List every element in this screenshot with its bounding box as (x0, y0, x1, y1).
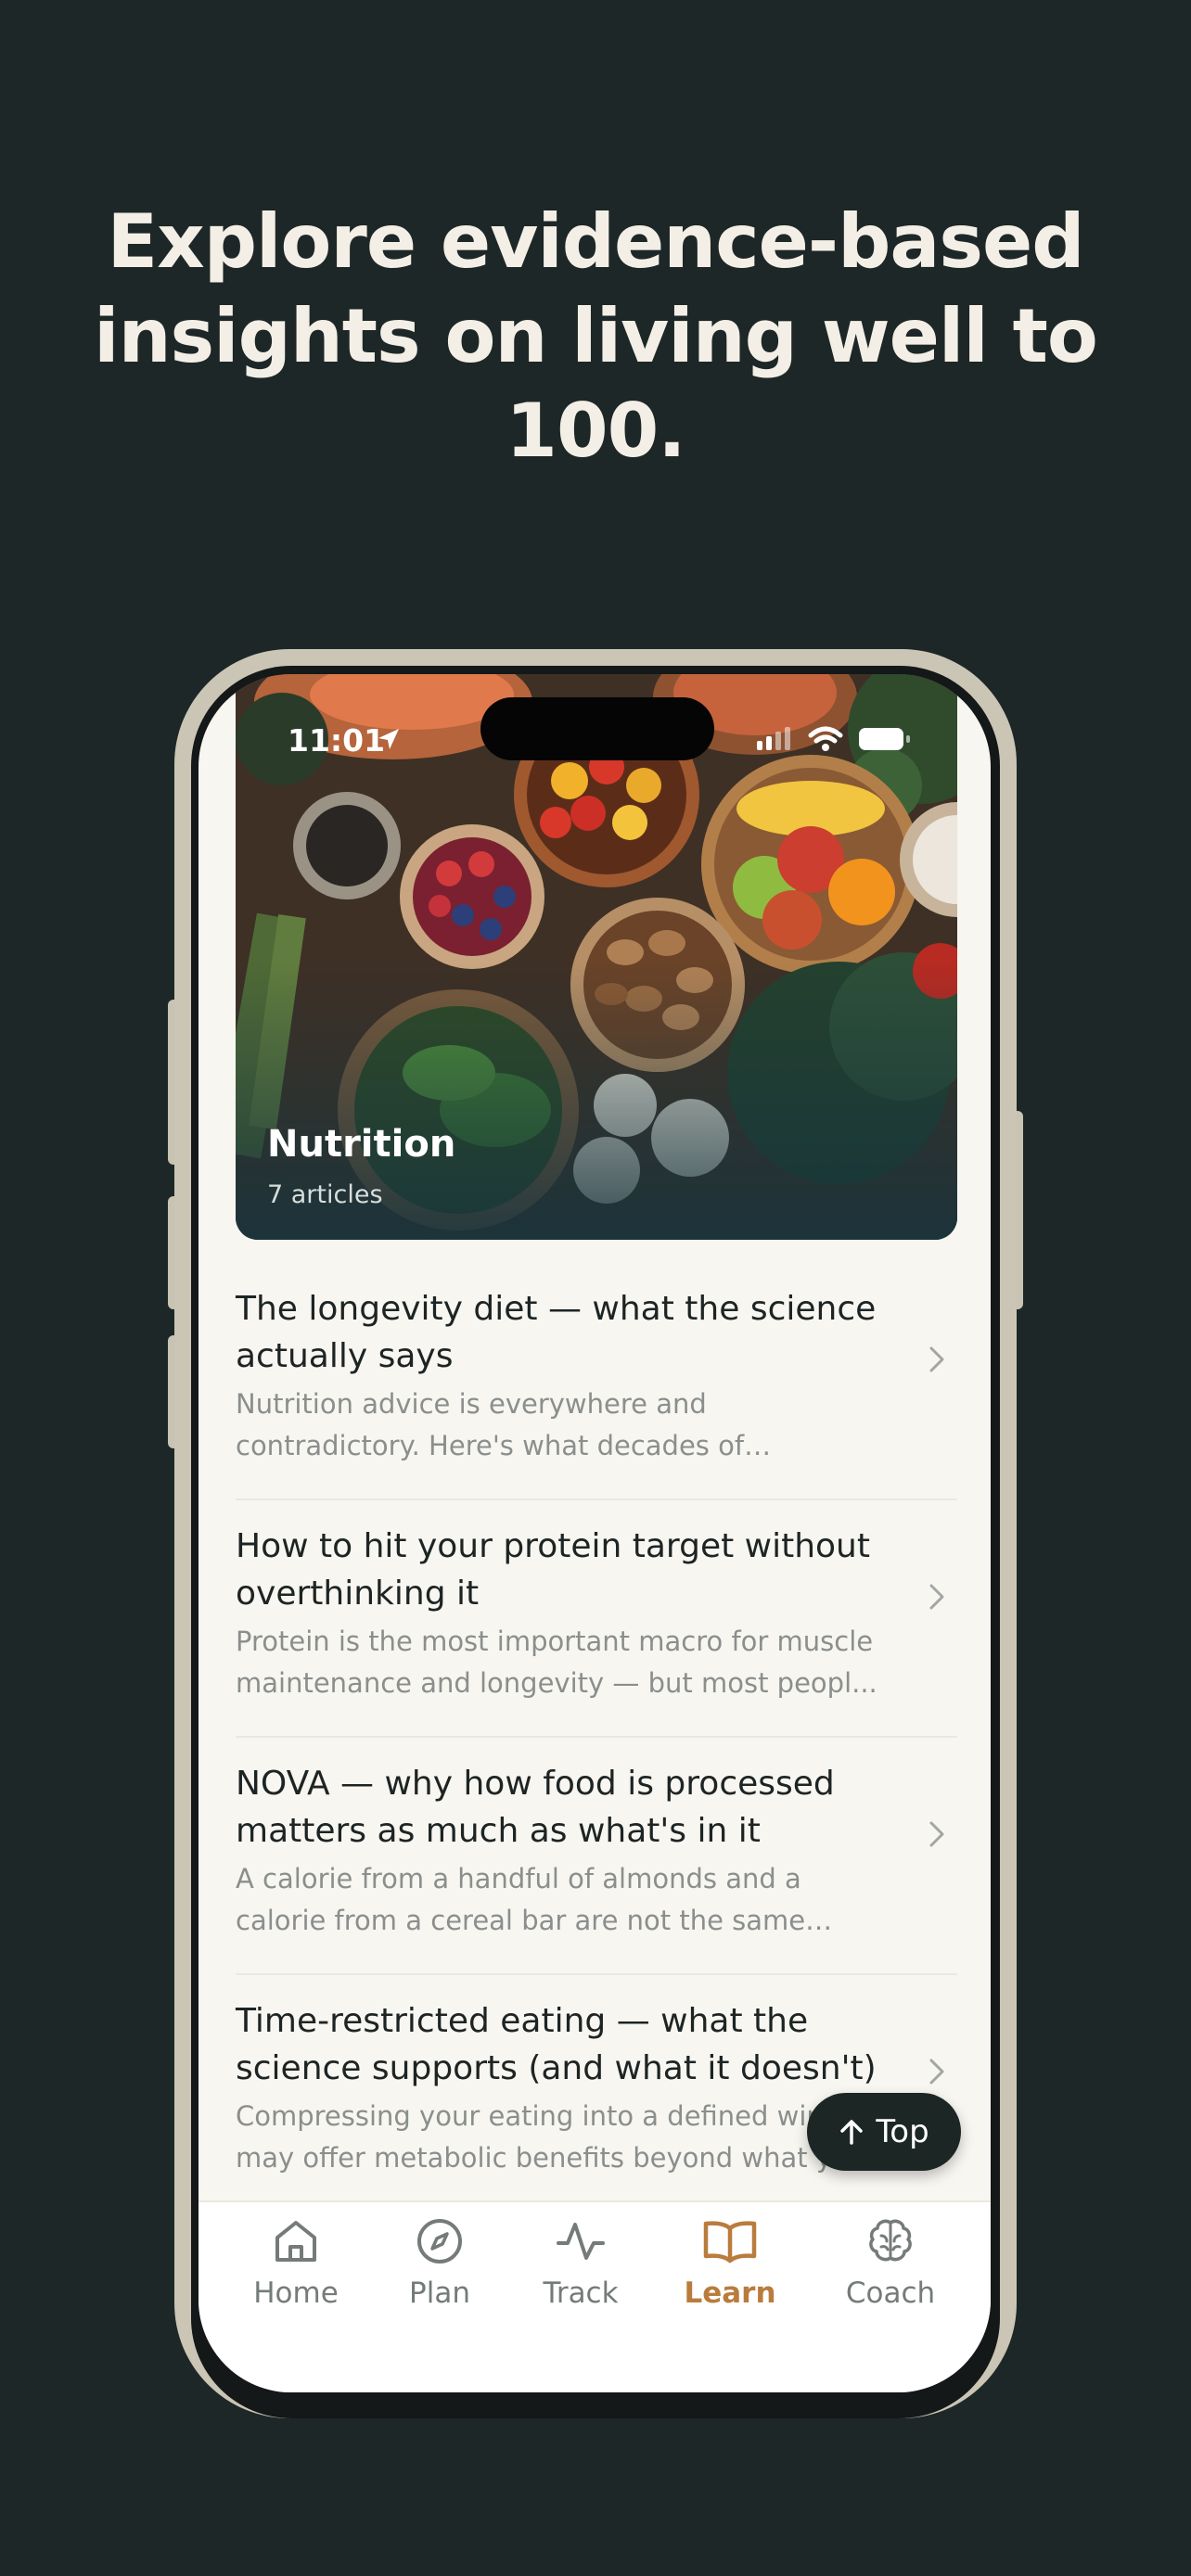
tab-label: Track (543, 2276, 619, 2310)
article-summary: A calorie from a handful of almonds and … (236, 1863, 806, 1936)
article-summary: Compressing your eating into a defined w… (236, 2100, 879, 2174)
article-list: The longevity diet — what the science ac… (236, 1263, 957, 2213)
book-icon (703, 2221, 757, 2264)
signal-icon (757, 727, 790, 750)
wifi-icon (808, 726, 843, 751)
scroll-to-top-button[interactable]: Top (807, 2093, 961, 2171)
article-row[interactable]: How to hit your protein target without o… (236, 1500, 957, 1738)
tab-label: Coach (845, 2276, 936, 2310)
chevron-right-icon (929, 1584, 944, 1610)
tab-bar: Home Plan Track Learn Coach (198, 2200, 991, 2392)
brain-icon (869, 2219, 912, 2262)
compass-icon (417, 2219, 462, 2264)
article-summary: Nutrition advice is everywhere and contr… (236, 1388, 745, 1461)
tab-label: Plan (409, 2276, 470, 2310)
article-row[interactable]: NOVA — why how food is processed matters… (236, 1738, 957, 1975)
chevron-right-icon (929, 2059, 944, 2085)
activity-icon (557, 2223, 605, 2260)
phone-screen: Nutrition 7 articles 11:01 The longevity… (198, 674, 991, 2392)
tab-track[interactable]: Track (511, 2202, 650, 2314)
chevron-right-icon (929, 1821, 944, 1847)
article-title: Time-restricted eating — what the scienc… (236, 2002, 877, 2087)
article-title: How to hit your protein target without o… (236, 1527, 870, 1613)
status-icons (757, 726, 910, 751)
article-title: NOVA — why how food is processed matters… (236, 1765, 835, 1850)
tab-coach[interactable]: Coach (821, 2202, 960, 2314)
scroll-to-top-label: Top (876, 2113, 929, 2150)
tab-label: Learn (684, 2276, 776, 2310)
tab-plan[interactable]: Plan (370, 2202, 509, 2314)
location-arrow-icon (378, 729, 399, 749)
headline: Explore evidence-based insights on livin… (94, 198, 1098, 474)
category-title: Nutrition (267, 1123, 456, 1166)
chevron-right-icon (929, 1346, 944, 1372)
tab-label: Home (253, 2276, 339, 2310)
tab-home[interactable]: Home (226, 2202, 365, 2314)
arrow-up-icon (840, 2120, 864, 2145)
home-icon (275, 2221, 316, 2262)
battery-icon (859, 728, 910, 750)
article-summary: Protein is the most important macro for … (236, 1626, 877, 1699)
dynamic-island (480, 697, 714, 760)
status-time: 11:01 (288, 722, 386, 759)
article-count: 7 articles (267, 1180, 383, 1209)
article-title: The longevity diet — what the science ac… (236, 1290, 877, 1375)
article-row[interactable]: The longevity diet — what the science ac… (236, 1263, 957, 1500)
tab-learn[interactable]: Learn (660, 2202, 800, 2314)
